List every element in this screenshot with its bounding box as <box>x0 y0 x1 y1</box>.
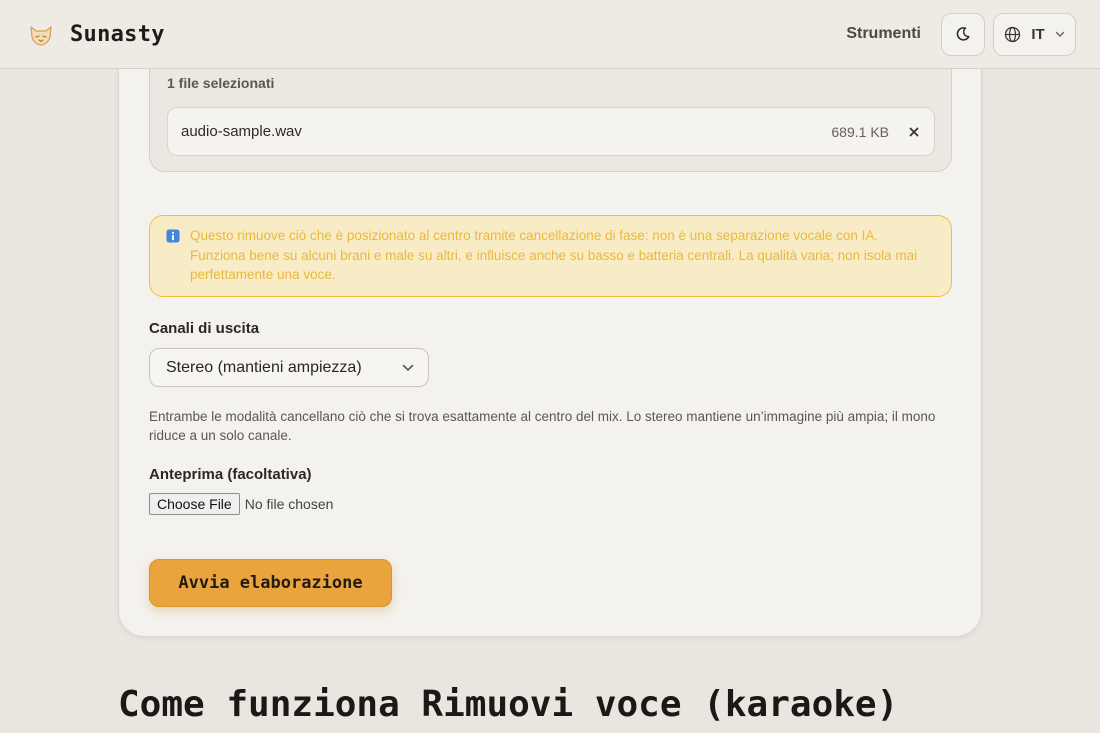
selected-files-count: 1 file selezionati <box>167 75 275 91</box>
preview-file-input: Choose File No file chosen <box>149 493 333 515</box>
language-code: IT <box>1031 25 1045 43</box>
globe-icon <box>1004 26 1021 42</box>
warning-text: Questo rimuove ciò che è posizionato al … <box>190 228 918 283</box>
remove-file-icon[interactable] <box>907 125 921 139</box>
choose-file-button[interactable]: Choose File <box>149 493 240 515</box>
brand-home-link[interactable]: Sunasty <box>26 19 165 49</box>
no-file-chosen-text: No file chosen <box>244 496 334 512</box>
phase-cancellation-warning: Questo rimuove ciò che è posizionato al … <box>149 215 952 297</box>
file-list-item: audio-sample.wav 689.1 KB <box>167 107 935 156</box>
fox-icon <box>30 26 52 46</box>
chevron-down-icon <box>402 364 414 371</box>
output-channels-label: Canali di uscita <box>149 320 260 337</box>
preview-label: Anteprima (facoltativa) <box>149 466 312 483</box>
theme-toggle-button[interactable] <box>941 12 985 56</box>
file-name: audio-sample.wav <box>181 123 302 140</box>
output-channels-help: Entrambe le modalità cancellano ciò che … <box>149 409 936 443</box>
language-selector[interactable]: IT <box>993 12 1076 56</box>
output-channels-value: Stereo (mantieni ampiezza) <box>166 358 362 376</box>
chevron-down-icon <box>1055 31 1065 37</box>
start-processing-button[interactable]: Avvia elaborazione <box>149 559 392 607</box>
top-navigation-bar: Sunasty Strumenti IT <box>0 0 1100 69</box>
output-channels-select[interactable]: Stereo (mantieni ampiezza) <box>149 348 429 387</box>
brand-name: Sunasty <box>70 21 165 47</box>
file-size: 689.1 KB <box>831 123 889 140</box>
tool-card: 1 file selezionati audio-sample.wav 689.… <box>118 0 982 637</box>
info-icon <box>166 229 180 243</box>
moon-icon <box>956 27 970 41</box>
nav-tools-link[interactable]: Strumenti <box>846 25 921 43</box>
section-heading: Come funziona Rimuovi voce (karaoke) <box>118 684 899 725</box>
